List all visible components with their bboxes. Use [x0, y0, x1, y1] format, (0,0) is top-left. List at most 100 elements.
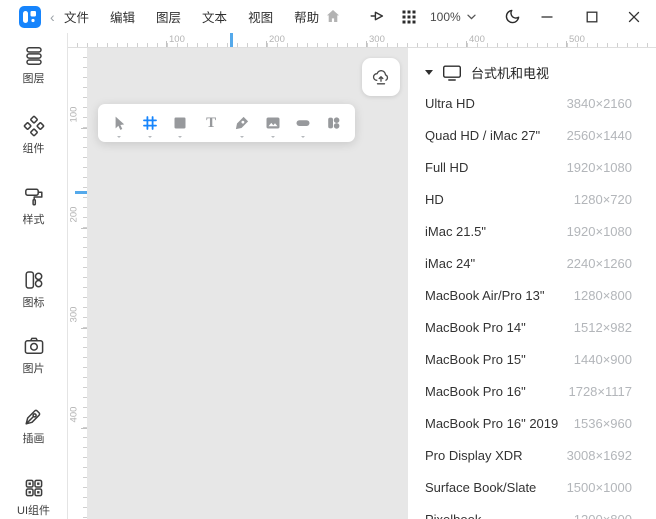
preset-name: Quad HD / iMac 27"	[425, 128, 540, 143]
preset-row[interactable]: Surface Book/Slate 1500×1000	[408, 471, 656, 503]
cloud-upload-icon	[371, 67, 391, 87]
sidebar-item-icons[interactable]: 图标	[0, 269, 67, 310]
minimize-icon[interactable]	[541, 11, 553, 23]
chevron-down-icon[interactable]	[240, 136, 244, 138]
preset-name: MacBook Pro 16" 2019	[425, 416, 558, 431]
tool-resource[interactable]	[320, 105, 348, 141]
icon-library-icon	[23, 269, 45, 291]
preset-row[interactable]: iMac 24"2240×1260	[408, 247, 656, 279]
chevron-down-icon[interactable]	[271, 136, 275, 138]
sidebar-item-label: 样式	[23, 211, 45, 227]
preset-row[interactable]: Ultra HD3840×2160	[408, 87, 656, 119]
close-icon[interactable]	[628, 11, 640, 23]
preset-row[interactable]: HD1280×720	[408, 183, 656, 215]
paint-roller-icon	[23, 186, 45, 208]
text-icon: T	[206, 116, 216, 131]
ruler-label: 400	[469, 34, 485, 45]
sidebar-item-label: 图层	[23, 70, 45, 86]
preset-row[interactable]: MacBook Pro 15"1440×900	[408, 343, 656, 375]
preset-row[interactable]: Pixelbook 1200×800	[408, 503, 656, 519]
maximize-icon[interactable]	[586, 11, 598, 23]
preset-row[interactable]: MacBook Pro 16" 2019 1536×960	[408, 407, 656, 439]
asset-sidebar: 图层 组件 样式 图标 图片 插画	[0, 33, 68, 519]
preset-row[interactable]: iMac 21.5"1920×1080	[408, 215, 656, 247]
preset-size: 1440×900	[574, 352, 632, 367]
preset-size: 2560×1440	[567, 128, 632, 143]
tool-move[interactable]	[105, 105, 133, 141]
preset-size: 1500×1000	[567, 480, 632, 495]
sidebar-item-images[interactable]: 图片	[0, 335, 67, 376]
chevron-down-icon[interactable]	[301, 136, 305, 138]
preset-row[interactable]: MacBook Pro 16"1728×1117	[408, 375, 656, 407]
chevron-down-icon	[467, 14, 476, 20]
menu-bar: 文件 编辑 图层 文本 视图 帮助	[62, 0, 321, 33]
menu-text[interactable]: 文本	[200, 7, 229, 26]
canvas[interactable]: T	[87, 48, 408, 519]
tool-frame[interactable]	[136, 105, 164, 141]
tool-text[interactable]: T	[197, 105, 225, 141]
preset-name: MacBook Air/Pro 13"	[425, 288, 545, 303]
preset-name: MacBook Pro 14"	[425, 320, 526, 335]
resource-icon	[326, 115, 342, 131]
sidebar-item-label: 组件	[23, 140, 45, 156]
sidebar-item-layers[interactable]: 图层	[0, 45, 67, 86]
titlebar: ‹ 文件 编辑 图层 文本 视图 帮助 100%	[0, 0, 656, 33]
preset-row[interactable]: Pro Display XDR3008×1692	[408, 439, 656, 471]
cursor-position-marker	[230, 33, 233, 47]
preset-row[interactable]: Quad HD / iMac 27" 2560×1440	[408, 119, 656, 151]
sidebar-item-label: 图标	[23, 294, 45, 310]
chevron-down-icon[interactable]	[148, 136, 152, 138]
sidebar-item-illustrations[interactable]: 插画	[0, 405, 67, 446]
chevron-down-icon[interactable]	[178, 136, 182, 138]
back-chevron[interactable]: ‹	[50, 0, 55, 33]
preset-size: 1200×800	[574, 512, 632, 519]
tool-shape[interactable]	[166, 105, 194, 141]
preset-row[interactable]: MacBook Pro 14"1512×982	[408, 311, 656, 343]
menu-file[interactable]: 文件	[62, 7, 91, 26]
present-icon[interactable]	[369, 8, 385, 24]
frame-icon	[142, 115, 158, 131]
tool-button[interactable]	[289, 105, 317, 141]
app-logo-icon	[19, 6, 41, 28]
preset-row[interactable]: MacBook Air/Pro 13"1280×800	[408, 279, 656, 311]
sidebar-item-ui-kit[interactable]: UI组件	[0, 477, 67, 518]
app-logo[interactable]	[19, 6, 41, 28]
sidebar-item-styles[interactable]: 样式	[0, 186, 67, 227]
ruler-label: 500	[569, 34, 585, 45]
preset-name: Pro Display XDR	[425, 448, 523, 463]
device-presets-panel: 台式机和电视 Ultra HD3840×2160 Quad HD / iMac …	[408, 48, 656, 519]
preset-size: 1536×960	[574, 416, 632, 431]
preset-size: 3840×2160	[567, 96, 632, 111]
home-icon[interactable]	[325, 8, 341, 24]
menu-layer[interactable]: 图层	[154, 7, 183, 26]
zoom-dropdown[interactable]: 100%	[430, 0, 476, 33]
tools-toolbar: T	[98, 104, 355, 142]
preset-name: Surface Book/Slate	[425, 480, 536, 495]
tool-image[interactable]	[259, 105, 287, 141]
tool-pen[interactable]	[228, 105, 256, 141]
cloud-upload-button[interactable]	[362, 58, 400, 96]
menu-view[interactable]: 视图	[246, 7, 275, 26]
sidebar-item-components[interactable]: 组件	[0, 115, 67, 156]
cursor-icon	[111, 115, 127, 131]
ruler-label: 200	[69, 202, 80, 228]
preset-name: Pixelbook	[425, 512, 481, 519]
menu-help[interactable]: 帮助	[292, 7, 321, 26]
apps-grid-icon[interactable]	[402, 10, 416, 24]
preset-row[interactable]: Full HD1920×1080	[408, 151, 656, 183]
layers-icon	[23, 45, 45, 67]
chevron-down-icon[interactable]	[117, 136, 121, 138]
rectangle-icon	[172, 115, 188, 131]
preset-size: 2240×1260	[567, 256, 632, 271]
zoom-value: 100%	[430, 10, 461, 24]
preset-name: iMac 21.5"	[425, 224, 486, 239]
ruler-label: 300	[69, 302, 80, 328]
vertical-ruler[interactable]: 100 200 300 400	[68, 48, 87, 519]
preset-category-header[interactable]: 台式机和电视	[408, 48, 656, 82]
horizontal-ruler[interactable]: 100 200 300 400 500	[68, 33, 656, 48]
sidebar-item-label: 图片	[23, 360, 45, 376]
preset-name: Full HD	[425, 160, 468, 175]
moon-icon[interactable]	[504, 8, 521, 25]
menu-edit[interactable]: 编辑	[108, 7, 137, 26]
triangle-down-icon	[425, 70, 433, 75]
